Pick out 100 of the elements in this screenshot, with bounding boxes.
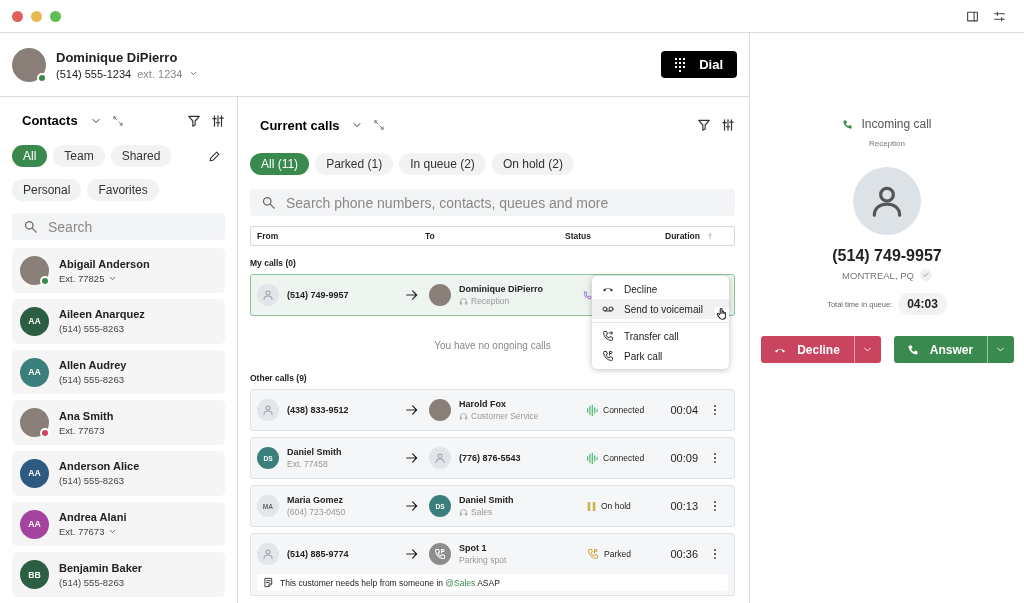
search-icon bbox=[23, 219, 38, 234]
contact-name: Aileen Anarquez bbox=[59, 308, 145, 321]
column-header[interactable]: Status bbox=[565, 231, 665, 241]
sidebar-toggle-icon bbox=[966, 9, 979, 23]
contact-item[interactable]: AA Andrea Alani Ext. 77673 bbox=[12, 501, 225, 547]
panel-title-dropdown[interactable]: Current calls bbox=[260, 117, 364, 133]
arrow-right-icon bbox=[405, 499, 419, 513]
call-status: Parked bbox=[604, 549, 631, 559]
chevron-down-icon bbox=[188, 69, 198, 78]
pause-icon bbox=[587, 500, 596, 512]
zoom-button[interactable] bbox=[50, 10, 61, 22]
caller-name: (776) 876-5543 bbox=[459, 453, 521, 463]
filter-icon bbox=[187, 113, 201, 128]
call-duration: 00:36 bbox=[669, 548, 699, 560]
verified-icon bbox=[919, 269, 932, 281]
call-row[interactable]: (514) 885-9774 Spot 1 Parking spot Parked 00:36 This customer needs help from someone in @Sales ASAP bbox=[250, 533, 735, 596]
filter-chip[interactable]: Shared bbox=[110, 144, 172, 167]
arrow-right-icon bbox=[405, 403, 419, 417]
phone-icon bbox=[583, 290, 592, 300]
filter-chip[interactable]: All bbox=[12, 144, 48, 167]
call-status: On hold bbox=[601, 501, 631, 511]
contact-item[interactable]: AA Anderson Alice (514) 555-8263 bbox=[12, 451, 225, 496]
audio-bars-icon bbox=[587, 452, 598, 464]
call-row[interactable]: (438) 833-9512 Harold Fox Customer Service Connected 00:04 bbox=[250, 389, 735, 431]
panel-title-dropdown[interactable]: Contacts bbox=[22, 113, 102, 129]
user-extension: ext. 1234 bbox=[137, 67, 183, 80]
menu-item[interactable]: Decline bbox=[592, 279, 729, 299]
user-phone: (514) 555-1234 bbox=[56, 67, 132, 80]
column-header[interactable]: Duration bbox=[665, 231, 700, 241]
mention-link[interactable]: @Sales bbox=[445, 577, 476, 588]
voicemail-icon bbox=[602, 303, 614, 315]
contact-name: Anderson Alice bbox=[59, 460, 140, 473]
edit-icon bbox=[208, 149, 221, 163]
search-field[interactable]: Search phone numbers, contacts, queues and more bbox=[250, 189, 735, 216]
note-icon bbox=[263, 577, 274, 588]
caller-detail: Sales bbox=[471, 507, 493, 517]
dropdown-button[interactable] bbox=[853, 336, 881, 363]
column-header[interactable]: From bbox=[257, 231, 425, 241]
arrow-right-icon bbox=[405, 288, 419, 302]
menu-item[interactable]: Transfer call bbox=[592, 326, 729, 346]
section-heading: Other calls (9) bbox=[250, 373, 308, 383]
contact-item[interactable]: Abigail Anderson Ext. 77825 bbox=[12, 248, 225, 294]
contact-name: Allen Audrey bbox=[59, 359, 127, 372]
caller-location: MONTREAL, PQ bbox=[842, 269, 914, 281]
incoming-call-label: Incoming call bbox=[861, 117, 932, 131]
contact-detail: (514) 555-8263 bbox=[59, 475, 124, 487]
contact-detail: (514) 555-8263 bbox=[59, 323, 124, 335]
parking-avatar bbox=[429, 543, 451, 565]
initials-avatar: AA bbox=[20, 509, 49, 539]
contact-item[interactable]: BB Benjamin Baker (514) 555-8263 bbox=[12, 552, 225, 597]
contact-item[interactable]: AA Aileen Anarquez (514) 555-8263 bbox=[12, 299, 225, 344]
filter-chip[interactable]: Team bbox=[53, 144, 105, 167]
contact-detail: Ext. 77673 bbox=[59, 526, 105, 537]
photo-placeholder bbox=[429, 284, 451, 306]
caller-name: Spot 1 bbox=[459, 543, 488, 553]
filter-chip[interactable]: On hold (2) bbox=[491, 153, 574, 175]
menu-item[interactable]: Send to voicemail bbox=[592, 299, 729, 319]
filter-chip[interactable]: Personal bbox=[12, 178, 82, 201]
arrow-right-icon bbox=[405, 547, 419, 561]
column-header[interactable]: To bbox=[425, 231, 565, 241]
call-duration: 00:04 bbox=[669, 404, 699, 416]
contact-name: Abigail Anderson bbox=[59, 257, 150, 270]
filter-chip[interactable]: In queue (2) bbox=[399, 153, 486, 175]
caller-detail: Reception bbox=[471, 296, 510, 306]
caller-name: Dominique DiPierro bbox=[459, 284, 543, 294]
dropdown-button[interactable] bbox=[986, 336, 1014, 363]
person-avatar bbox=[257, 399, 279, 421]
contact-detail: (514) 555-8263 bbox=[59, 576, 124, 588]
initials-avatar: AA bbox=[20, 357, 49, 387]
search-field[interactable]: Search bbox=[12, 212, 225, 241]
call-note: This customer needs help from someone in @Sales ASAP bbox=[280, 577, 500, 588]
initials-avatar: AA bbox=[20, 306, 49, 336]
caller-name: Daniel Smith bbox=[287, 447, 342, 457]
caller-name: (514) 885-9774 bbox=[287, 549, 349, 559]
person-avatar bbox=[429, 447, 451, 469]
caller-name: (438) 833-9512 bbox=[287, 405, 349, 415]
empty-message: You have no ongoing calls bbox=[433, 340, 552, 351]
phone-park-icon bbox=[602, 350, 614, 362]
filter-chip[interactable]: Favorites bbox=[87, 178, 159, 201]
decline-button[interactable]: Decline bbox=[760, 336, 854, 363]
close-button[interactable] bbox=[12, 10, 23, 22]
section-heading: My calls (0) bbox=[250, 258, 297, 268]
audio-bars-icon bbox=[587, 404, 598, 416]
filter-chip[interactable]: All (11) bbox=[250, 153, 310, 175]
photo-placeholder bbox=[429, 399, 451, 421]
expand-icon bbox=[373, 119, 386, 131]
parked-phone-icon bbox=[587, 548, 599, 560]
dial-button[interactable]: Dial bbox=[661, 51, 737, 78]
contact-name: Benjamin Baker bbox=[59, 561, 143, 574]
menu-item[interactable]: Park call bbox=[592, 346, 729, 366]
answer-button[interactable]: Answer bbox=[893, 336, 987, 363]
filter-chip[interactable]: Parked (1) bbox=[315, 153, 394, 175]
minimize-button[interactable] bbox=[31, 10, 42, 22]
user-name: Dominique DiPierro bbox=[56, 49, 179, 65]
settings-icon bbox=[993, 9, 1006, 23]
caller-name: Harold Fox bbox=[459, 399, 507, 409]
contact-item[interactable]: AA Allen Audrey (514) 555-8263 bbox=[12, 349, 225, 395]
contact-item[interactable]: Ana Smith Ext. 77673 bbox=[12, 400, 225, 446]
queue-time: 04:03 bbox=[898, 293, 947, 315]
filter-icon bbox=[697, 118, 711, 132]
